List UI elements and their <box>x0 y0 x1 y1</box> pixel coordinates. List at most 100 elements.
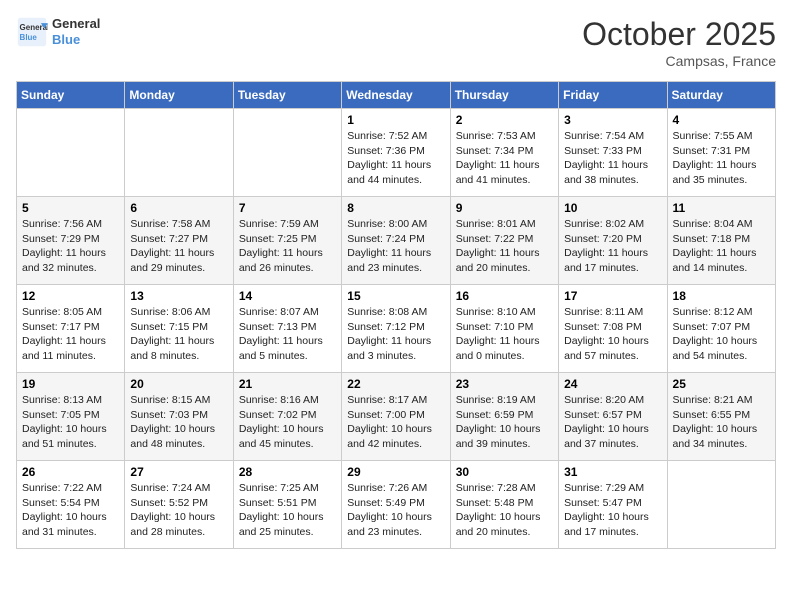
page-header: General Blue General Blue October 2025 C… <box>16 16 776 69</box>
day-info: Sunrise: 8:02 AM Sunset: 7:20 PM Dayligh… <box>564 217 661 276</box>
day-number: 22 <box>347 377 444 391</box>
day-info: Sunrise: 7:53 AM Sunset: 7:34 PM Dayligh… <box>456 129 553 188</box>
logo-text: General Blue <box>52 16 100 47</box>
day-number: 6 <box>130 201 227 215</box>
day-info: Sunrise: 8:07 AM Sunset: 7:13 PM Dayligh… <box>239 305 336 364</box>
calendar-cell: 9Sunrise: 8:01 AM Sunset: 7:22 PM Daylig… <box>450 197 558 285</box>
day-info: Sunrise: 8:00 AM Sunset: 7:24 PM Dayligh… <box>347 217 444 276</box>
weekday-header-friday: Friday <box>559 82 667 109</box>
calendar-cell: 28Sunrise: 7:25 AM Sunset: 5:51 PM Dayli… <box>233 461 341 549</box>
calendar-cell: 14 Sunrise: 8:07 AM Sunset: 7:13 PM Dayli… <box>233 285 341 373</box>
calendar-week-3: 12 Sunrise: 8:05 AM Sunset: 7:17 PM Dayli… <box>17 285 776 373</box>
location: Campsas, France <box>582 53 776 69</box>
weekday-header-wednesday: Wednesday <box>342 82 450 109</box>
calendar-cell <box>667 461 775 549</box>
calendar-cell: 13 Sunrise: 8:06 AM Sunset: 7:15 PM Dayli… <box>125 285 233 373</box>
day-info: Sunrise: 8:16 AM Sunset: 7:02 PM Dayligh… <box>239 393 336 452</box>
calendar-cell: 18Sunrise: 8:12 AM Sunset: 7:07 PM Dayli… <box>667 285 775 373</box>
calendar-cell: 17 Sunrise: 8:11 AM Sunset: 7:08 PM Dayli… <box>559 285 667 373</box>
day-info: Sunrise: 8:13 AM Sunset: 7:05 PM Dayligh… <box>22 393 119 452</box>
day-info: Sunrise: 7:58 AM Sunset: 7:27 PM Dayligh… <box>130 217 227 276</box>
day-number: 15 <box>347 289 444 303</box>
calendar-cell <box>17 109 125 197</box>
calendar-week-1: 1Sunrise: 7:52 AM Sunset: 7:36 PM Daylig… <box>17 109 776 197</box>
calendar-cell: 23Sunrise: 8:19 AM Sunset: 6:59 PM Dayli… <box>450 373 558 461</box>
calendar-week-5: 26Sunrise: 7:22 AM Sunset: 5:54 PM Dayli… <box>17 461 776 549</box>
day-number: 20 <box>130 377 227 391</box>
calendar-cell: 19 Sunrise: 8:13 AM Sunset: 7:05 PM Dayli… <box>17 373 125 461</box>
logo-icon: General Blue <box>16 16 48 48</box>
day-number: 19 <box>22 377 119 391</box>
calendar-cell: 4 Sunrise: 7:55 AM Sunset: 7:31 PM Daylig… <box>667 109 775 197</box>
day-number: 17 <box>564 289 661 303</box>
calendar-cell: 29 Sunrise: 7:26 AM Sunset: 5:49 PM Dayli… <box>342 461 450 549</box>
day-number: 25 <box>673 377 770 391</box>
calendar-cell: 8 Sunrise: 8:00 AM Sunset: 7:24 PM Daylig… <box>342 197 450 285</box>
weekday-header-sunday: Sunday <box>17 82 125 109</box>
calendar-cell: 24 Sunrise: 8:20 AM Sunset: 6:57 PM Dayli… <box>559 373 667 461</box>
day-info: Sunrise: 7:28 AM Sunset: 5:48 PM Dayligh… <box>456 481 553 540</box>
calendar-week-2: 5 Sunrise: 7:56 AM Sunset: 7:29 PM Daylig… <box>17 197 776 285</box>
weekday-header-saturday: Saturday <box>667 82 775 109</box>
day-number: 11 <box>673 201 770 215</box>
day-number: 26 <box>22 465 119 479</box>
calendar-cell: 22 Sunrise: 8:17 AM Sunset: 7:00 PM Dayli… <box>342 373 450 461</box>
day-info: Sunrise: 7:29 AM Sunset: 5:47 PM Dayligh… <box>564 481 661 540</box>
calendar-cell: 10Sunrise: 8:02 AM Sunset: 7:20 PM Dayli… <box>559 197 667 285</box>
calendar-week-4: 19 Sunrise: 8:13 AM Sunset: 7:05 PM Dayli… <box>17 373 776 461</box>
day-info: Sunrise: 7:54 AM Sunset: 7:33 PM Dayligh… <box>564 129 661 188</box>
calendar-cell: 15Sunrise: 8:08 AM Sunset: 7:12 PM Dayli… <box>342 285 450 373</box>
day-number: 14 <box>239 289 336 303</box>
day-info: Sunrise: 8:05 AM Sunset: 7:17 PM Dayligh… <box>22 305 119 364</box>
day-number: 23 <box>456 377 553 391</box>
day-number: 9 <box>456 201 553 215</box>
calendar-cell: 26Sunrise: 7:22 AM Sunset: 5:54 PM Dayli… <box>17 461 125 549</box>
calendar-cell: 2Sunrise: 7:53 AM Sunset: 7:34 PM Daylig… <box>450 109 558 197</box>
calendar-cell: 1Sunrise: 7:52 AM Sunset: 7:36 PM Daylig… <box>342 109 450 197</box>
day-number: 5 <box>22 201 119 215</box>
day-info: Sunrise: 8:17 AM Sunset: 7:00 PM Dayligh… <box>347 393 444 452</box>
calendar-cell: 31Sunrise: 7:29 AM Sunset: 5:47 PM Dayli… <box>559 461 667 549</box>
calendar-cell: 27Sunrise: 7:24 AM Sunset: 5:52 PM Dayli… <box>125 461 233 549</box>
day-number: 3 <box>564 113 661 127</box>
calendar-cell <box>233 109 341 197</box>
day-info: Sunrise: 8:04 AM Sunset: 7:18 PM Dayligh… <box>673 217 770 276</box>
day-info: Sunrise: 7:56 AM Sunset: 7:29 PM Dayligh… <box>22 217 119 276</box>
calendar-cell: 11 Sunrise: 8:04 AM Sunset: 7:18 PM Dayli… <box>667 197 775 285</box>
logo: General Blue General Blue <box>16 16 100 48</box>
calendar-table: SundayMondayTuesdayWednesdayThursdayFrid… <box>16 81 776 549</box>
calendar-cell: 6 Sunrise: 7:58 AM Sunset: 7:27 PM Daylig… <box>125 197 233 285</box>
calendar-cell: 16 Sunrise: 8:10 AM Sunset: 7:10 PM Dayli… <box>450 285 558 373</box>
day-number: 4 <box>673 113 770 127</box>
day-number: 24 <box>564 377 661 391</box>
day-info: Sunrise: 8:11 AM Sunset: 7:08 PM Dayligh… <box>564 305 661 364</box>
calendar-cell <box>125 109 233 197</box>
weekday-header-monday: Monday <box>125 82 233 109</box>
day-info: Sunrise: 7:59 AM Sunset: 7:25 PM Dayligh… <box>239 217 336 276</box>
day-info: Sunrise: 7:26 AM Sunset: 5:49 PM Dayligh… <box>347 481 444 540</box>
weekday-header-thursday: Thursday <box>450 82 558 109</box>
title-block: October 2025 Campsas, France <box>582 16 776 69</box>
day-number: 13 <box>130 289 227 303</box>
calendar-cell: 5 Sunrise: 7:56 AM Sunset: 7:29 PM Daylig… <box>17 197 125 285</box>
calendar-cell: 30Sunrise: 7:28 AM Sunset: 5:48 PM Dayli… <box>450 461 558 549</box>
calendar-cell: 3 Sunrise: 7:54 AM Sunset: 7:33 PM Daylig… <box>559 109 667 197</box>
day-number: 12 <box>22 289 119 303</box>
day-number: 7 <box>239 201 336 215</box>
day-info: Sunrise: 7:55 AM Sunset: 7:31 PM Dayligh… <box>673 129 770 188</box>
day-info: Sunrise: 8:12 AM Sunset: 7:07 PM Dayligh… <box>673 305 770 364</box>
day-number: 21 <box>239 377 336 391</box>
day-info: Sunrise: 8:10 AM Sunset: 7:10 PM Dayligh… <box>456 305 553 364</box>
month-title: October 2025 <box>582 16 776 53</box>
calendar-cell: 12 Sunrise: 8:05 AM Sunset: 7:17 PM Dayli… <box>17 285 125 373</box>
weekday-header-tuesday: Tuesday <box>233 82 341 109</box>
day-number: 16 <box>456 289 553 303</box>
day-info: Sunrise: 8:21 AM Sunset: 6:55 PM Dayligh… <box>673 393 770 452</box>
day-info: Sunrise: 8:06 AM Sunset: 7:15 PM Dayligh… <box>130 305 227 364</box>
day-info: Sunrise: 8:20 AM Sunset: 6:57 PM Dayligh… <box>564 393 661 452</box>
day-info: Sunrise: 7:25 AM Sunset: 5:51 PM Dayligh… <box>239 481 336 540</box>
day-number: 8 <box>347 201 444 215</box>
calendar-cell: 20Sunrise: 8:15 AM Sunset: 7:03 PM Dayli… <box>125 373 233 461</box>
calendar-cell: 25 Sunrise: 8:21 AM Sunset: 6:55 PM Dayli… <box>667 373 775 461</box>
day-number: 29 <box>347 465 444 479</box>
